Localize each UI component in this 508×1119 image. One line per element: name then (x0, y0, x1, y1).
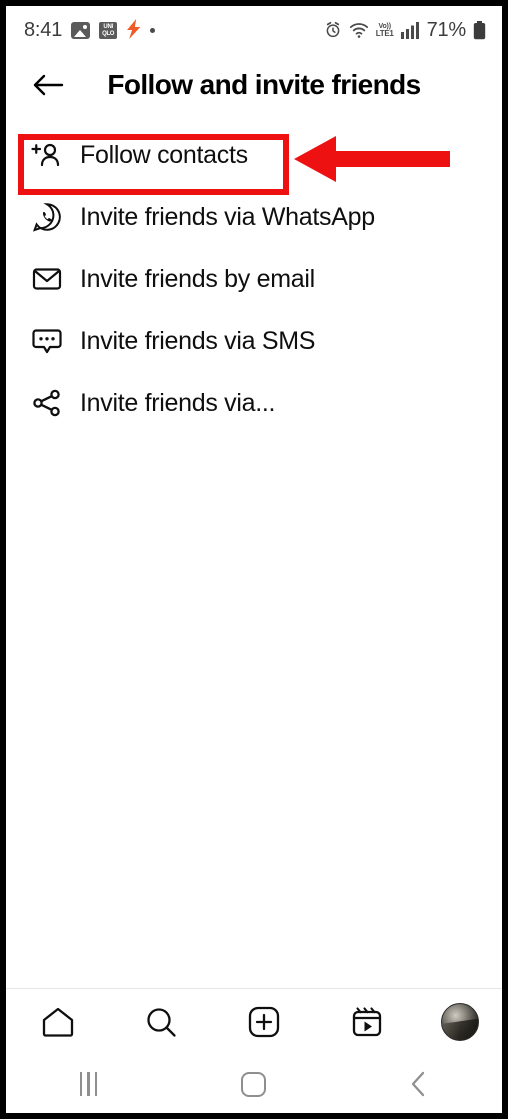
whatsapp-icon (30, 202, 64, 232)
status-bar: 8:41 UNI QLO Vo)) LTE1 71% (6, 6, 502, 54)
envelope-icon (30, 266, 64, 292)
option-label-invite-other: Invite friends via... (80, 388, 276, 417)
wifi-icon (349, 23, 368, 38)
phone-screen: 8:41 UNI QLO Vo)) LTE1 71% Follow and in… (0, 0, 508, 1119)
system-back-button[interactable] (384, 1061, 454, 1107)
message-bubble-icon (30, 327, 64, 355)
options-list: Follow contacts Invite friends via Whats… (6, 124, 502, 988)
system-recents-button[interactable] (54, 1061, 124, 1107)
uniqlo-icon-line1: UNI (103, 23, 113, 30)
back-arrow-icon (33, 74, 64, 96)
app-header: Follow and invite friends (6, 54, 502, 116)
system-nav-bar (6, 1055, 502, 1113)
nav-reels-button[interactable] (338, 996, 396, 1048)
nav-profile-avatar[interactable] (441, 1003, 480, 1041)
recents-icon (79, 1072, 98, 1096)
option-label-invite-email: Invite friends by email (80, 264, 315, 293)
volte-icon: Vo)) LTE1 (375, 23, 394, 38)
system-home-button[interactable] (219, 1061, 289, 1107)
home-icon (42, 1007, 73, 1037)
option-row-invite-email[interactable]: Invite friends by email (6, 248, 502, 310)
option-label-invite-sms: Invite friends via SMS (80, 326, 316, 355)
back-chevron-icon (412, 1071, 425, 1097)
plus-square-icon (248, 1006, 280, 1038)
bottom-nav-bar (6, 988, 502, 1055)
status-bar-left: 8:41 UNI QLO (24, 18, 156, 42)
option-label-follow-contacts: Follow contacts (80, 140, 248, 169)
option-row-invite-whatsapp[interactable]: Invite friends via WhatsApp (6, 186, 502, 248)
battery-icon (473, 20, 486, 39)
search-icon (147, 1008, 176, 1037)
nav-search-button[interactable] (132, 996, 190, 1048)
home-square-icon (241, 1071, 267, 1097)
option-row-follow-contacts[interactable]: Follow contacts (6, 124, 502, 186)
status-time: 8:41 (24, 18, 63, 41)
uniqlo-icon-line2: QLO (102, 30, 115, 37)
nav-create-button[interactable] (235, 996, 293, 1048)
status-bar-right: Vo)) LTE1 71% (324, 19, 486, 42)
nav-home-button[interactable] (29, 996, 87, 1048)
notification-dot-icon (150, 27, 156, 33)
battery-percent-label: 71% (426, 18, 467, 41)
alarm-icon (326, 21, 340, 38)
option-row-invite-other[interactable]: Invite friends via... (6, 372, 502, 434)
reels-icon (353, 1007, 382, 1037)
option-label-invite-whatsapp: Invite friends via WhatsApp (80, 202, 375, 231)
cellular-signal-icon (400, 21, 419, 39)
charging-bolt-icon (125, 18, 142, 42)
share-icon (30, 389, 64, 417)
page-title: Follow and invite friends (107, 69, 421, 100)
person-add-icon (30, 141, 64, 169)
back-button[interactable] (28, 65, 68, 105)
option-row-invite-sms[interactable]: Invite friends via SMS (6, 310, 502, 372)
uniqlo-app-icon: UNI QLO (99, 21, 118, 39)
volte-label-bottom: LTE1 (375, 29, 394, 38)
gallery-icon (71, 21, 91, 39)
